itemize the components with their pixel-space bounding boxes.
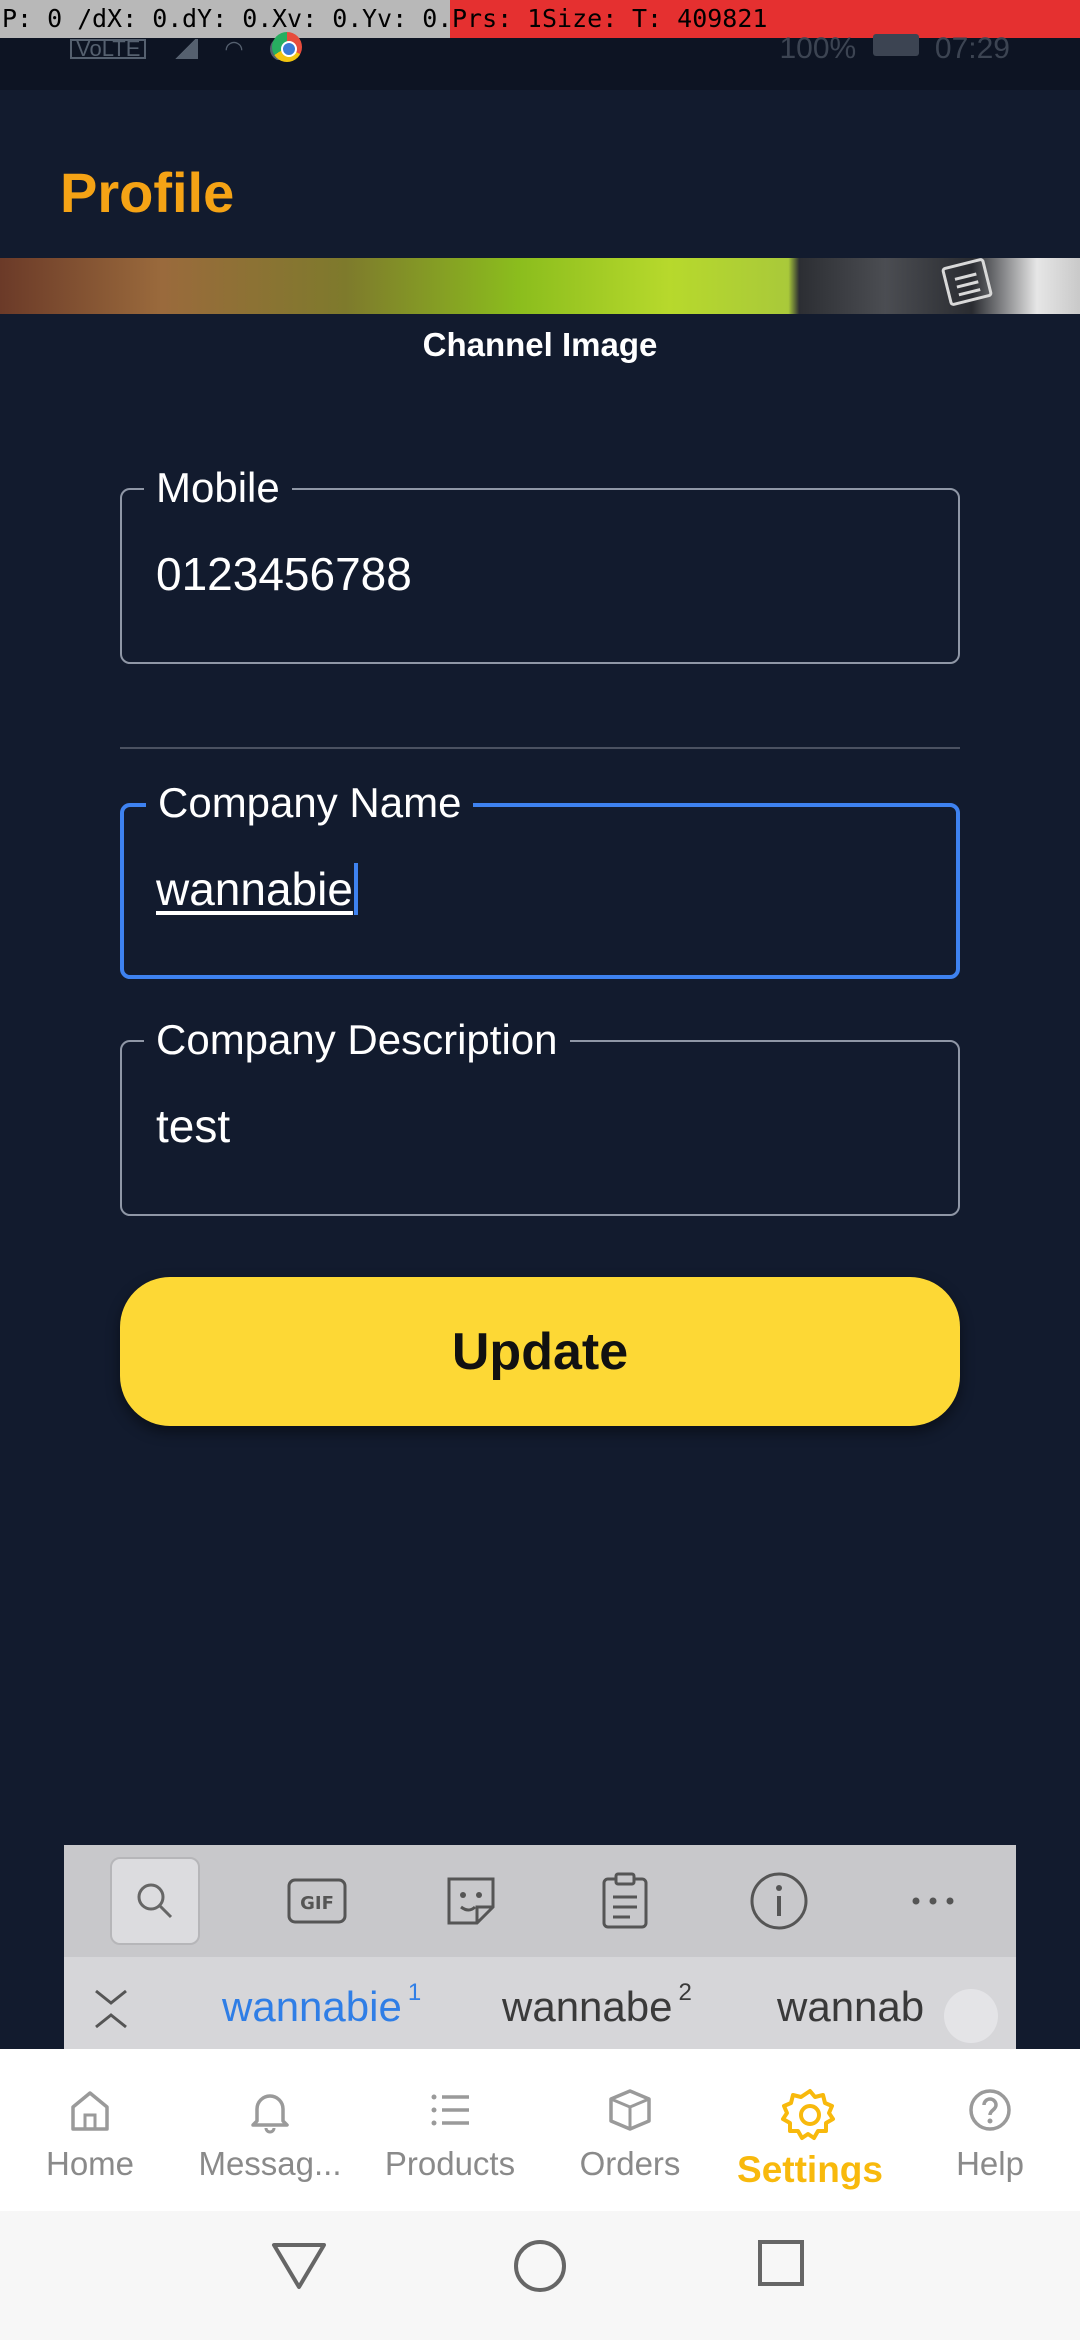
suggestion-number: 2 — [678, 1979, 692, 2006]
update-button[interactable]: Update — [120, 1277, 960, 1426]
bell-icon — [251, 2094, 289, 2134]
nav-label: Help — [956, 2145, 1024, 2182]
channel-image[interactable] — [0, 258, 1080, 314]
chrome-icon — [272, 32, 302, 62]
gif-icon[interactable]: GIF — [240, 1845, 394, 1957]
suggestion-number: 1 — [407, 1979, 422, 2006]
collapse-keyboard-icon[interactable] — [94, 1987, 128, 2036]
clock: 07:29 — [934, 32, 1010, 65]
suggestion-word: wannabe — [502, 1983, 673, 2030]
company-name-label: Company Name — [146, 779, 474, 827]
text-caret — [353, 863, 358, 915]
nav-products[interactable]: Products — [360, 2085, 540, 2183]
bottom-navigation: Home Messag... Products Orders Settings … — [0, 2049, 1080, 2211]
company-name-field[interactable]: Company Name wannabie — [120, 779, 960, 979]
debug-pressure: Prs: 1.0 — [450, 0, 540, 38]
signal-icon — [172, 39, 199, 59]
debug-yv: Yv: 0.0 — [360, 0, 450, 38]
search-icon[interactable] — [110, 1857, 200, 1945]
suggestion-word: wannab — [777, 1983, 925, 2030]
mobile-label: Mobile — [144, 464, 292, 512]
nav-label: Messag... — [198, 2145, 342, 2182]
divider — [120, 747, 960, 749]
nav-messages[interactable]: Messag... — [180, 2085, 360, 2183]
gear-icon — [781, 2089, 835, 2140]
keyboard-photo-detail — [940, 258, 994, 307]
recents-icon[interactable] — [757, 2239, 805, 2287]
volte-icon: VoLTE — [70, 38, 147, 60]
company-name-input[interactable]: wannabie — [156, 861, 358, 917]
battery-icon — [872, 34, 919, 56]
nav-label: Products — [384, 2145, 516, 2182]
nav-label: Settings — [737, 2149, 883, 2190]
wifi-icon: ◠ — [224, 38, 244, 60]
help-icon — [969, 2089, 1011, 2131]
sticker-icon[interactable] — [394, 1845, 548, 1957]
nav-settings[interactable]: Settings — [720, 2085, 900, 2191]
company-name-value: wannabie — [156, 863, 353, 915]
info-icon[interactable] — [702, 1845, 856, 1957]
nav-label: Home — [45, 2145, 135, 2182]
company-description-field[interactable]: Company Description test — [120, 1016, 960, 1216]
globe-icon[interactable] — [944, 1989, 998, 2043]
debug-pointer: P: 0 / 1 — [0, 0, 90, 38]
battery-percent: 100% — [779, 32, 857, 65]
mobile-field[interactable]: Mobile 0123456788 — [120, 464, 960, 664]
nav-help[interactable]: Help — [900, 2085, 1080, 2183]
suggestion-3[interactable]: wannab — [777, 1983, 924, 2031]
keyboard-toolbar: GIF — [64, 1845, 1016, 1957]
nav-orders[interactable]: Orders — [540, 2085, 720, 2183]
debug-dx: dX: 0.0 — [90, 0, 180, 38]
suggestion-word: wannabie — [222, 1983, 402, 2030]
nav-label: Orders — [579, 2145, 681, 2182]
company-description-value[interactable]: test — [156, 1098, 230, 1154]
page-title: Profile — [60, 161, 235, 224]
svg-text:GIF: GIF — [300, 1893, 334, 1914]
debug-dy: dY: 0.0 — [180, 0, 270, 38]
home-button-icon[interactable] — [513, 2239, 567, 2293]
suggestion-1[interactable]: wannabie 1 — [222, 1979, 421, 2031]
clipboard-icon[interactable] — [548, 1845, 702, 1957]
home-icon — [71, 2091, 109, 2131]
status-icons: VoLTE ◠ — [70, 38, 294, 60]
channel-image-label: Channel Image — [422, 326, 658, 363]
box-icon — [609, 2089, 651, 2131]
keyboard-suggestions: wannabie 1 wannabe 2 wannab — [64, 1957, 1016, 2057]
suggestion-2[interactable]: wannabe 2 — [502, 1979, 692, 2031]
mobile-value[interactable]: 0123456788 — [156, 546, 412, 602]
more-icon[interactable] — [856, 1845, 1010, 1957]
system-navigation-bar — [0, 2211, 1080, 2340]
status-bar: VoLTE ◠ 100% 07:29 — [0, 32, 1080, 90]
status-right: 100% 07:29 — [780, 32, 1011, 66]
debug-size: Size: 1.0 — [540, 0, 630, 38]
nav-home[interactable]: Home — [0, 2085, 180, 2183]
company-description-label: Company Description — [144, 1016, 570, 1064]
back-icon[interactable] — [270, 2239, 328, 2291]
list-icon — [431, 2094, 469, 2126]
